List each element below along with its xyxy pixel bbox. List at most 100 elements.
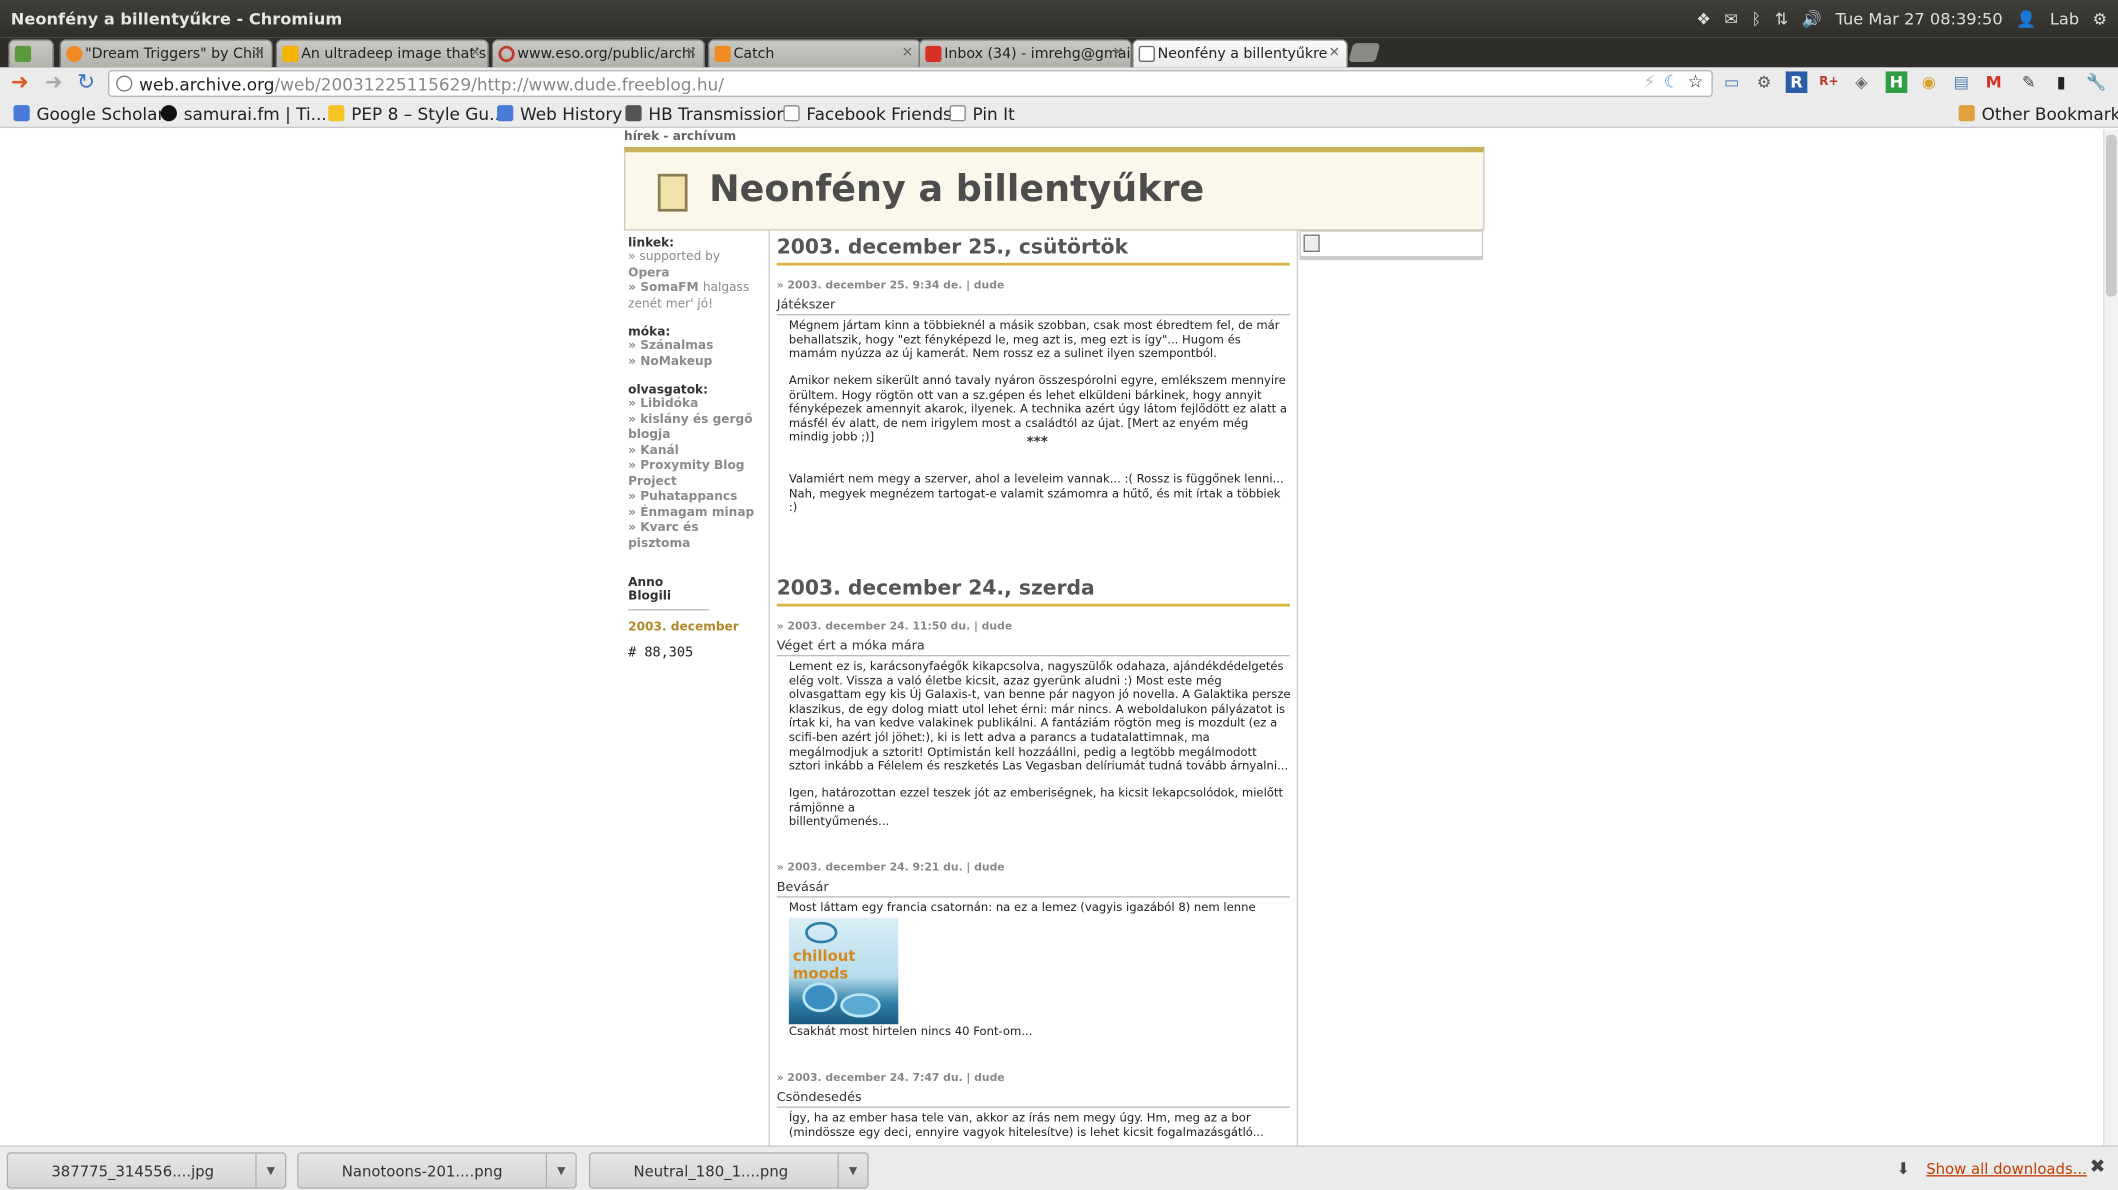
blog-title: Neonfény a billentyűkre	[709, 168, 1205, 211]
forward-icon[interactable]: ➜	[45, 71, 63, 93]
moon-icon[interactable]: ☾	[1664, 73, 1680, 93]
link-proxymity-cont[interactable]: Project	[628, 475, 763, 490]
bookmark-icon[interactable]: ▮	[2050, 71, 2072, 93]
close-icon[interactable]: ✕	[1113, 46, 1124, 61]
mail-icon[interactable]: ✉	[1724, 9, 1738, 28]
link-somafm[interactable]: » SomaFM halgass	[628, 282, 763, 297]
gmail-icon[interactable]: M	[1983, 71, 2005, 93]
address-bar[interactable]: web.archive.org/web/20031225115629/http:…	[108, 70, 1713, 98]
link-opera[interactable]: » supported by Opera	[628, 251, 763, 282]
blog-sidebar: linkek: » supported by Opera » SomaFM ha…	[628, 237, 763, 660]
dropdown-arrow-icon[interactable]: ▼	[837, 1153, 867, 1188]
extension-bowl-icon[interactable]: ◉	[1918, 71, 1940, 93]
other-bookmarks[interactable]: Other Bookmarks	[1958, 104, 2118, 124]
link-somafm-note: zenét mer' jó!	[628, 297, 714, 311]
tab-favicon	[14, 45, 32, 62]
vertical-scrollbar[interactable]	[2103, 129, 2118, 1146]
user-name[interactable]: Lab	[2050, 9, 2079, 28]
pen-icon[interactable]: ✎	[2018, 71, 2040, 93]
album-cover-image: chillout moods	[788, 917, 899, 1025]
wrench-icon[interactable]: 🔧	[2086, 71, 2108, 93]
bookmark-pin-it[interactable]: Pin It	[949, 104, 1015, 124]
archive-month[interactable]: 2003. december	[628, 621, 763, 634]
tab-2[interactable]: An ultradeep image that's ✕	[275, 39, 489, 68]
extension-gear-icon[interactable]: ⚙	[1753, 71, 1775, 93]
google-icon	[13, 105, 30, 122]
fun-heading: móka:	[628, 326, 671, 340]
tab-favicon	[925, 45, 942, 62]
extension-h-icon[interactable]: H	[1885, 71, 1908, 93]
close-icon[interactable]: ✕	[253, 46, 264, 61]
tab-label: Catch	[733, 45, 775, 62]
tab-4[interactable]: Catch ✕	[707, 39, 922, 68]
link-proxymity[interactable]: » Proxymity Blog	[628, 460, 763, 475]
tab-1[interactable]: "Dream Triggers" by Chill ✕	[59, 39, 273, 68]
entry-meta[interactable]: » 2003. december 24. 11:50 du. | dude	[777, 620, 1012, 632]
bookmarks-bar: Google Scholar samurai.fm | Ti... PEP 8 …	[0, 99, 2118, 129]
reload-icon[interactable]: ↻	[77, 71, 95, 93]
dropdown-arrow-icon[interactable]: ▼	[545, 1153, 576, 1188]
dropdown-arrow-icon[interactable]: ▼	[255, 1153, 285, 1188]
tab-0[interactable]	[8, 39, 55, 68]
page-icon	[116, 75, 133, 92]
close-icon[interactable]: ✕	[470, 46, 481, 61]
bluetooth-icon[interactable]: ᛒ	[1751, 9, 1761, 28]
extension-window-icon[interactable]: ▭	[1721, 71, 1743, 93]
url-host: web.archive.org	[139, 74, 275, 95]
flash-icon[interactable]: ⚡	[1643, 73, 1655, 93]
entry-meta[interactable]: » 2003. december 24. 9:21 du. | dude	[777, 861, 1005, 873]
link-szanalmas[interactable]: » Szánalmas	[628, 340, 763, 355]
tab-3[interactable]: www.eso.org/public/archi ✕	[491, 39, 706, 68]
entry-meta[interactable]: » 2003. december 25. 9:34 de. | dude	[777, 279, 1005, 291]
download-item[interactable]: Neutral_180_1....png ▼	[588, 1152, 869, 1189]
right-widget-box	[1299, 230, 1484, 261]
show-all-downloads-link[interactable]: Show all downloads...	[1926, 1160, 2087, 1178]
folder-icon	[1958, 105, 1975, 122]
close-icon[interactable]: ✕	[1329, 46, 1340, 61]
scrollbar-thumb[interactable]	[2105, 134, 2117, 297]
volume-icon[interactable]: 🔊	[1802, 9, 1822, 28]
clock[interactable]: Tue Mar 27 08:39:50	[1836, 9, 2003, 28]
close-icon[interactable]: ✖	[2090, 1156, 2106, 1178]
link-kanal[interactable]: » Kanál	[628, 444, 763, 459]
link-kislany-cont[interactable]: blogja	[628, 429, 763, 444]
extension-doc-icon[interactable]: ▤	[1951, 71, 1973, 93]
download-item[interactable]: Nanotoons-201....png ▼	[297, 1152, 577, 1189]
bookmark-facebook-friends[interactable]: Facebook Friends	[783, 104, 952, 124]
network-icon[interactable]: ⇅	[1775, 9, 1789, 28]
bookmark-hb-transmission[interactable]: HB Transmission	[625, 104, 787, 124]
link-kvarc[interactable]: » Kvarc és pisztoma	[628, 522, 763, 553]
link-enmagam[interactable]: » Énmagam minap	[628, 506, 763, 521]
extension-rplus-icon[interactable]: R+	[1818, 71, 1840, 93]
link-puhatappancs[interactable]: » Puhatappancs	[628, 491, 763, 506]
gear-icon[interactable]: ⚙	[2093, 9, 2108, 28]
extension-cube-icon[interactable]: ◈	[1851, 71, 1873, 93]
extension-r-icon[interactable]: R	[1785, 71, 1808, 93]
new-tab-button[interactable]	[1348, 43, 1381, 62]
downloads-bar: 387775_314556....jpg ▼ Nanotoons-201....…	[0, 1145, 2118, 1190]
star-icon[interactable]: ☆	[1688, 73, 1704, 93]
bookmark-google-scholar[interactable]: Google Scholar	[13, 104, 164, 124]
tab-label: An ultradeep image that's	[301, 45, 487, 62]
building-icon	[625, 105, 642, 122]
breadcrumb[interactable]: hírek - archívum	[624, 131, 736, 144]
bookmark-samurai[interactable]: samurai.fm | Ti...	[160, 104, 327, 124]
tab-6-active[interactable]: Neonfény a billentyűkre ✕	[1131, 39, 1349, 68]
entry-paragraph: billentyűmenés...	[788, 815, 890, 829]
download-item[interactable]: 387775_314556....jpg ▼	[6, 1152, 287, 1189]
entry-meta[interactable]: » 2003. december 24. 7:47 du. | dude	[777, 1071, 1005, 1083]
close-icon[interactable]: ✕	[686, 46, 697, 61]
dropbox-icon[interactable]: ❖	[1696, 9, 1711, 28]
tab-favicon	[1138, 45, 1155, 62]
close-icon[interactable]: ✕	[902, 46, 913, 61]
bookmark-web-history[interactable]: Web History	[497, 104, 622, 124]
album-cover-text: chillout moods	[792, 947, 856, 983]
back-icon[interactable]: ➜	[11, 71, 29, 93]
link-libidoka[interactable]: » Libidóka	[628, 398, 763, 413]
link-kislany[interactable]: » kislány és gergő	[628, 413, 763, 428]
user-icon[interactable]: 👤	[2016, 9, 2036, 28]
link-nomakeup[interactable]: » NoMakeup	[628, 355, 763, 370]
tab-5[interactable]: Inbox (34) - imrehg@gmail ✕	[918, 39, 1132, 68]
bookmark-pep8[interactable]: PEP 8 – Style Gu...	[328, 104, 505, 124]
system-tray: ❖ ✉ ᛒ ⇅ 🔊 Tue Mar 27 08:39:50 👤 Lab ⚙	[1696, 9, 2107, 28]
